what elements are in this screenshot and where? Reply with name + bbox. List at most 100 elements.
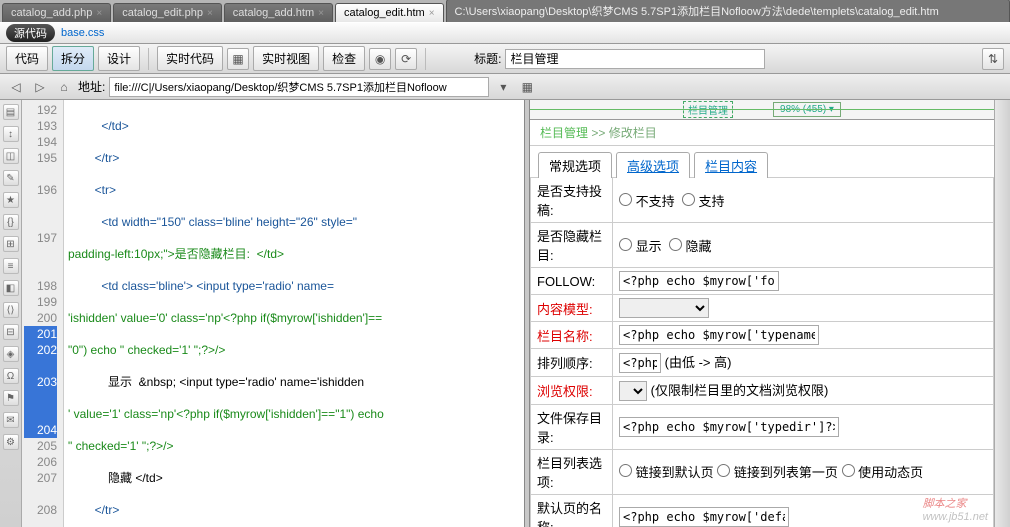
- split-view-button[interactable]: 拆分: [52, 46, 94, 71]
- css-link[interactable]: base.css: [61, 27, 104, 39]
- separator: [425, 48, 426, 70]
- close-icon[interactable]: ×: [207, 8, 213, 19]
- view-toolbar: 代码 拆分 设计 实时代码 ▦ 实时视图 检查 ◉ ⟳ 标题: ⇅: [0, 44, 1010, 74]
- radio-option[interactable]: 隐藏: [669, 239, 712, 254]
- breadcrumb-link[interactable]: 栏目管理: [540, 126, 588, 140]
- file-tab[interactable]: catalog_edit.php ×: [113, 3, 222, 22]
- field-label: 是否支持投稿:: [531, 178, 613, 223]
- nav-back-icon[interactable]: ◁: [6, 77, 26, 97]
- radio-option[interactable]: 链接到列表第一页: [717, 465, 838, 480]
- line-numbers: 192 193 194 195 196 197 198 199 200 201 …: [22, 100, 64, 527]
- form-table: 是否支持投稿: 不支持 支持 是否隐藏栏目: 显示 隐藏 FOLLOW: 内容模…: [530, 177, 994, 527]
- field-label: 默认页的名称:: [531, 494, 613, 527]
- field-label: 栏目列表选项:: [531, 449, 613, 494]
- tab-content[interactable]: 栏目内容: [694, 152, 768, 178]
- sort-input[interactable]: [619, 353, 661, 373]
- home-icon[interactable]: ⌂: [54, 77, 74, 97]
- file-path-tab[interactable]: C:\Users\xiaopang\Desktop\织梦CMS 5.7SP1添加…: [446, 0, 1010, 22]
- file-tab-label: catalog_add.htm: [233, 7, 314, 19]
- follow-input[interactable]: [619, 271, 779, 291]
- table-row: 是否隐藏栏目: 显示 隐藏: [531, 223, 994, 268]
- table-row: 浏览权限: (仅限制栏目里的文档浏览权限): [531, 377, 994, 405]
- title-label: 标题:: [474, 50, 501, 67]
- nav-forward-icon[interactable]: ▷: [30, 77, 50, 97]
- file-tab-label: catalog_add.php: [11, 7, 92, 19]
- table-row: 内容模型:: [531, 295, 994, 322]
- table-row: 默认页的名称:: [531, 494, 994, 527]
- inspect-button[interactable]: 检查: [323, 46, 365, 71]
- live-view-button[interactable]: 实时视图: [253, 46, 319, 71]
- tool-icon[interactable]: ⊟: [3, 324, 19, 340]
- radio-option[interactable]: 显示: [619, 239, 662, 254]
- tool-icon[interactable]: ✉: [3, 412, 19, 428]
- go-icon[interactable]: ▦: [517, 77, 537, 97]
- hint-text: (仅限制栏目里的文档浏览权限): [651, 383, 829, 398]
- tool-icon[interactable]: ✎: [3, 170, 19, 186]
- table-row: 栏目名称:: [531, 322, 994, 349]
- tool-icon[interactable]: {}: [3, 214, 19, 230]
- radio-option[interactable]: 使用动态页: [842, 465, 924, 480]
- tool-icon[interactable]: ↕: [3, 126, 19, 142]
- tool-icon[interactable]: ▤: [3, 104, 19, 120]
- radio-option[interactable]: 支持: [682, 194, 725, 209]
- tool-icon[interactable]: ★: [3, 192, 19, 208]
- field-label: FOLLOW:: [531, 268, 613, 295]
- field-label: 文件保存目录:: [531, 404, 613, 449]
- code-editor[interactable]: 192 193 194 195 196 197 198 199 200 201 …: [22, 100, 524, 527]
- address-bar: ◁ ▷ ⌂ 地址: ▾ ▦: [0, 74, 1010, 100]
- vertical-scrollbar[interactable]: [994, 100, 1010, 527]
- tool-icon[interactable]: ⊞: [3, 236, 19, 252]
- field-label: 是否隐藏栏目:: [531, 223, 613, 268]
- tool-icon[interactable]: ≡: [3, 258, 19, 274]
- hint-text: (由低 -> 高): [665, 355, 732, 370]
- tool-icon[interactable]: ⟨⟩: [3, 302, 19, 318]
- source-bar: 源代码 base.css: [0, 22, 1010, 44]
- code-view-button[interactable]: 代码: [6, 46, 48, 71]
- perm-select[interactable]: [619, 381, 647, 401]
- source-button[interactable]: 源代码: [6, 24, 55, 42]
- table-row: FOLLOW:: [531, 268, 994, 295]
- table-row: 是否支持投稿: 不支持 支持: [531, 178, 994, 223]
- separator: [148, 48, 149, 70]
- code-text[interactable]: </td> </tr> <tr> <td width="150" class='…: [64, 100, 524, 527]
- tab-advanced[interactable]: 高级选项: [616, 152, 690, 178]
- name-input[interactable]: [619, 325, 819, 345]
- field-label: 排列顺序:: [531, 349, 613, 377]
- file-tab-label: catalog_edit.htm: [344, 7, 425, 19]
- tool-icon[interactable]: Ω: [3, 368, 19, 384]
- address-dropdown-icon[interactable]: ▾: [493, 77, 513, 97]
- table-row: 排列顺序: (由低 -> 高): [531, 349, 994, 377]
- field-label: 浏览权限:: [531, 377, 613, 405]
- close-icon[interactable]: ×: [318, 8, 324, 19]
- file-tab-label: catalog_edit.php: [122, 7, 203, 19]
- tab-general[interactable]: 常规选项: [538, 152, 612, 178]
- live-code-icon[interactable]: ▦: [227, 48, 249, 70]
- left-gutter: ▤ ↕ ◫ ✎ ★ {} ⊞ ≡ ◧ ⟨⟩ ⊟ ◈ Ω ⚑ ✉ ⚙: [0, 100, 22, 527]
- design-view-button[interactable]: 设计: [98, 46, 140, 71]
- refresh-icon[interactable]: ⟳: [395, 48, 417, 70]
- close-icon[interactable]: ×: [96, 8, 102, 19]
- breadcrumb-sep: >>: [591, 126, 605, 140]
- dir-input[interactable]: [619, 417, 839, 437]
- radio-option[interactable]: 不支持: [619, 194, 675, 209]
- file-tab[interactable]: catalog_add.htm ×: [224, 3, 333, 22]
- tool-icon[interactable]: ⚑: [3, 390, 19, 406]
- tool-icon[interactable]: ⚙: [3, 434, 19, 450]
- tool-icon[interactable]: ◧: [3, 280, 19, 296]
- radio-option[interactable]: 链接到默认页: [619, 465, 714, 480]
- model-select[interactable]: [619, 298, 709, 318]
- live-preview: 栏目管理 98% (455) ▾ 栏目管理 >> 修改栏目 常规选项 高级选项 …: [530, 100, 994, 527]
- tool-icon[interactable]: ◫: [3, 148, 19, 164]
- default-page-input[interactable]: [619, 507, 789, 527]
- close-icon[interactable]: ×: [429, 8, 435, 19]
- title-options-icon[interactable]: ⇅: [982, 48, 1004, 70]
- tool-icon[interactable]: ◈: [3, 346, 19, 362]
- file-tab-active[interactable]: catalog_edit.htm ×: [335, 3, 444, 22]
- live-code-button[interactable]: 实时代码: [157, 46, 223, 71]
- ruler: 栏目管理 98% (455) ▾: [530, 100, 994, 120]
- file-tab[interactable]: catalog_add.php ×: [2, 3, 111, 22]
- address-input[interactable]: [109, 77, 489, 97]
- table-row: 文件保存目录:: [531, 404, 994, 449]
- title-input[interactable]: [505, 49, 765, 69]
- browser-preview-icon[interactable]: ◉: [369, 48, 391, 70]
